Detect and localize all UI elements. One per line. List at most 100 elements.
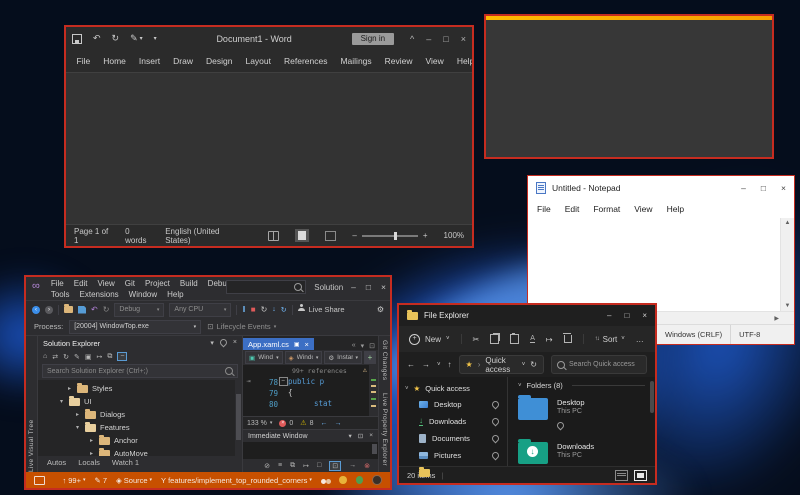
member-dropdown[interactable]: ⚙Instanc...▾	[324, 351, 362, 364]
zoom-out-icon[interactable]: –	[352, 231, 356, 240]
status-brush-icon[interactable]	[339, 476, 347, 484]
menu-tools[interactable]: Tools	[46, 289, 75, 300]
tab-draw[interactable]: Draw	[167, 56, 200, 66]
class-dropdown[interactable]: ◈Windo...▾	[285, 351, 323, 364]
menu-build[interactable]: Build	[175, 278, 203, 289]
menu-window[interactable]: Window	[124, 289, 162, 300]
tree-item[interactable]: ▸AutoMove	[38, 447, 242, 456]
minimize-icon[interactable]: –	[607, 311, 611, 320]
code-editor[interactable]: ⇥ 78 79 80 − 99+ references public p { s…	[243, 365, 378, 416]
tab-layout[interactable]: Layout	[239, 56, 278, 66]
preview-selected-items-icon[interactable]: −	[117, 352, 127, 361]
copy-icon[interactable]: ⧉	[290, 462, 295, 470]
forward-icon[interactable]: →	[422, 360, 430, 369]
notepad-title-bar[interactable]: Untitled - Notepad – □ ×	[528, 176, 794, 200]
undo-icon[interactable]: ↶	[91, 305, 98, 314]
close-icon[interactable]: ×	[381, 282, 386, 292]
scroll-up-icon[interactable]: ▲	[785, 220, 791, 226]
close-icon[interactable]: ×	[461, 34, 466, 44]
vs-search-box[interactable]	[226, 280, 306, 294]
codelens-references[interactable]: 99+ references	[288, 366, 369, 376]
menu-edit[interactable]: Edit	[69, 278, 93, 289]
zoom-in-icon[interactable]: +	[423, 231, 428, 240]
folders-group-header[interactable]: ˅ Folders (8)	[518, 381, 645, 390]
up-icon[interactable]: ↑	[448, 360, 452, 369]
switch-views-icon[interactable]: ⇄	[52, 353, 58, 361]
tab-review[interactable]: Review	[378, 56, 419, 66]
sign-in-button[interactable]: Sign in	[352, 33, 394, 45]
maximize-icon[interactable]: □	[366, 282, 371, 292]
project-dropdown[interactable]: ▣Windo...▾	[245, 351, 283, 364]
vertical-scrollbar[interactable]: ▲ ▼	[780, 218, 794, 311]
lifecycle-events-dropdown[interactable]: ⊡Lifecycle Events▾	[207, 322, 276, 331]
ribbon-display-options-icon[interactable]: ^	[410, 34, 414, 44]
tab-list-icon[interactable]: ▾	[361, 342, 365, 350]
bookmark-icon[interactable]: ⇥	[246, 377, 250, 385]
tab-mailings[interactable]: Mailings	[334, 56, 378, 66]
menu-file[interactable]: File	[46, 278, 69, 289]
breadcrumb[interactable]: ★ › Quick access ˅ ↻	[459, 355, 544, 374]
fold-marker-icon[interactable]: −	[279, 377, 288, 386]
close-icon[interactable]: ×	[642, 311, 647, 320]
folder-tile-downloads[interactable]: ↓ Downloads This PC	[518, 442, 645, 466]
qat-customize-icon[interactable]: ▾	[154, 35, 157, 42]
read-mode-icon[interactable]	[268, 231, 279, 241]
close-icon[interactable]: ×	[781, 183, 786, 193]
refresh-icon[interactable]: ↻	[63, 353, 69, 361]
word-title-bar[interactable]: ↶ ↻ ✎▾ ▾ Document1 - Word Sign in ^ – □ …	[66, 27, 472, 50]
menu-help[interactable]: Help	[162, 289, 188, 300]
redo-icon[interactable]: ↻	[103, 305, 110, 314]
new-button[interactable]: +New˅	[409, 334, 450, 345]
sync-with-active-document-icon[interactable]: ⧉	[107, 353, 112, 361]
tab-autos[interactable]: Autos	[42, 458, 71, 472]
plus-icon[interactable]: +	[364, 351, 376, 364]
language-indicator[interactable]: English (United States)	[165, 227, 235, 245]
go-to-icon[interactable]: →	[349, 462, 356, 469]
copy-icon[interactable]	[490, 334, 499, 344]
show-all-files-icon[interactable]: ▣	[85, 353, 92, 361]
notifications-icon[interactable]	[372, 475, 382, 485]
caret-down-icon[interactable]: ▾	[348, 432, 351, 440]
dock-icon[interactable]: ⊡	[358, 432, 363, 440]
split-window-icon[interactable]: ⊡	[369, 342, 375, 350]
menu-help[interactable]: Help	[660, 204, 691, 214]
tree-item[interactable]: ▸Styles	[38, 382, 242, 395]
tab-file[interactable]: File	[70, 56, 97, 66]
delete-icon[interactable]	[564, 335, 572, 343]
delete-icon[interactable]: ⊗	[364, 462, 370, 470]
breadcrumb-location[interactable]: Quick access	[485, 356, 511, 374]
home-icon[interactable]: ⌂	[43, 353, 47, 360]
editor-zoom-dropdown[interactable]: 133 %▾	[247, 420, 272, 427]
sidebar-item-desktop[interactable]: Desktop	[399, 396, 507, 413]
notepad-text-area[interactable]	[528, 218, 780, 311]
tab-design[interactable]: Design	[200, 56, 239, 66]
folder-tile-desktop[interactable]: Desktop This PC	[518, 398, 645, 434]
more-options-icon[interactable]: …	[636, 335, 644, 344]
tab-home[interactable]: Home	[97, 56, 133, 66]
pin-icon[interactable]	[220, 339, 227, 347]
immediate-window-header[interactable]: Immediate Window ▾ ⊡ ×	[243, 429, 378, 442]
menu-edit[interactable]: Edit	[558, 204, 587, 214]
platform-dropdown[interactable]: Any CPU▾	[169, 303, 231, 317]
live-share-button[interactable]: Live Share	[298, 305, 345, 314]
undo-icon[interactable]: ↶	[93, 33, 101, 44]
solution-explorer-search[interactable]: Search Solution Explorer (Ctrl+;)	[42, 364, 238, 378]
tab-insert[interactable]: Insert	[132, 56, 166, 66]
tab-live-visual-tree[interactable]: Live Visual Tree	[28, 352, 35, 472]
paste-icon[interactable]	[510, 334, 519, 344]
redo-icon[interactable]: ↻	[112, 33, 120, 44]
maximize-icon[interactable]: □	[761, 183, 766, 193]
tab-watch1[interactable]: Watch 1	[107, 458, 144, 472]
maximize-icon[interactable]: □	[624, 311, 629, 320]
clear-all-icon[interactable]: ⊘	[264, 462, 270, 470]
stop-icon[interactable]: ■	[251, 305, 256, 314]
word-count[interactable]: 0 words	[125, 227, 149, 245]
menu-git[interactable]: Git	[120, 278, 140, 289]
share-icon[interactable]: ↦	[546, 335, 553, 344]
web-layout-icon[interactable]	[325, 231, 336, 241]
restart-icon[interactable]: ↻	[261, 305, 268, 314]
navigate-forward-icon[interactable]: ›	[45, 306, 53, 314]
save-icon[interactable]	[72, 34, 82, 44]
tree-item[interactable]: ▸Anchor	[38, 434, 242, 447]
tab-git-changes[interactable]: Git Changes	[381, 340, 388, 381]
